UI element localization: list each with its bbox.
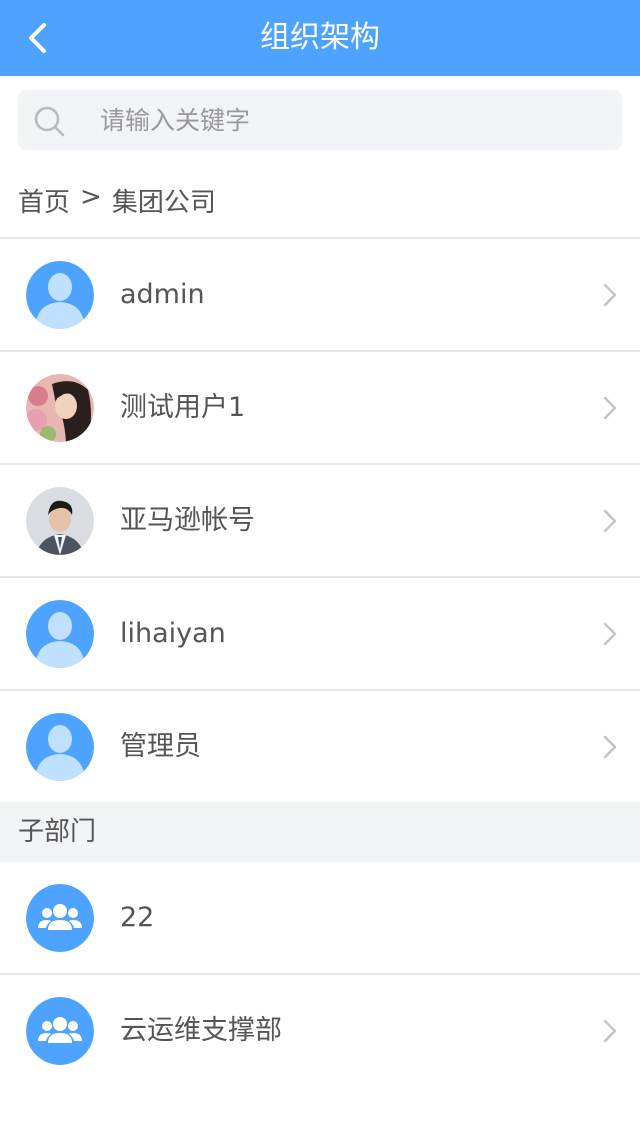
user-name: 亚马逊帐号 [120,505,255,536]
search-input[interactable] [100,90,600,150]
department-name: 22 [120,902,155,933]
user-row-administrator[interactable]: 管理员 [0,691,640,804]
chevron-right-icon [603,1019,617,1043]
chevron-right-icon [603,283,617,307]
breadcrumb-current: 集团公司 [111,188,216,218]
breadcrumb-home[interactable]: 首页 [18,182,70,219]
chevron-right-icon [603,396,617,420]
top-bar: 组织架构 [0,0,640,76]
chevron-right-icon [603,509,617,533]
department-name: 云运维支撑部 [120,1015,282,1046]
breadcrumb-separator: > [80,182,102,212]
user-row-test-user-1[interactable]: 测试用户1 [0,352,640,465]
department-row-cloud-ops[interactable]: 云运维支撑部 [0,975,640,1088]
user-name: 测试用户1 [120,392,246,423]
user-row-lihaiyan[interactable]: lihaiyan [0,578,640,691]
breadcrumb: 首页 > 集团公司 [18,182,216,219]
default-avatar-icon [26,713,94,781]
user-name: lihaiyan [120,618,226,649]
default-avatar-icon [26,261,94,329]
user-name: 管理员 [120,731,201,762]
user-photo-avatar [26,374,94,442]
search-icon [34,106,65,137]
page-title: 组织架构 [260,20,380,55]
chevron-right-icon [603,622,617,646]
user-row-admin[interactable]: admin [0,239,640,352]
section-title: 子部门 [18,817,97,847]
department-list: 22 云运维支撑部 [0,862,640,1088]
group-icon [26,997,94,1065]
chevron-right-icon [603,735,617,759]
user-photo-avatar [26,487,94,555]
sub-departments-header: 子部门 [0,802,640,862]
default-avatar-icon [26,600,94,668]
user-list: admin 测试用户1 亚马逊帐号 lihaiyan 管理员 [0,237,640,804]
department-row-22[interactable]: 22 [0,862,640,975]
group-icon [26,884,94,952]
user-name: admin [120,279,205,310]
search-box[interactable] [18,90,622,150]
user-row-amazon-account[interactable]: 亚马逊帐号 [0,465,640,578]
